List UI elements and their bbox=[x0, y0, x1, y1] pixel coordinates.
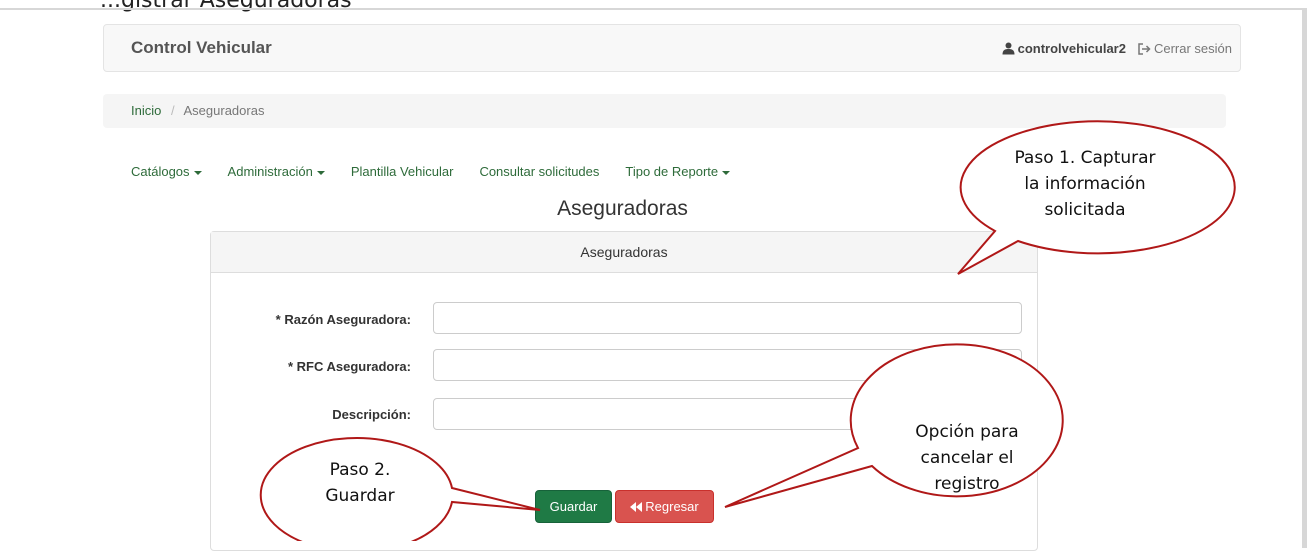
breadcrumb-separator: / bbox=[170, 103, 175, 118]
double-chevron-left-icon bbox=[630, 501, 643, 512]
rfc-aseguradora-input[interactable] bbox=[433, 349, 1022, 381]
menu-consultar-solicitudes[interactable]: Consultar solicitudes bbox=[479, 164, 599, 179]
menu-tipo-reporte[interactable]: Tipo de Reporte bbox=[625, 164, 731, 179]
step1-line-3: solicitada bbox=[1044, 200, 1126, 220]
back-button-label: Regresar bbox=[645, 499, 699, 514]
razon-aseguradora-label: * Razón Aseguradora: bbox=[275, 312, 411, 327]
descripcion-label: Descripción: bbox=[332, 407, 411, 422]
breadcrumb-current: Aseguradoras bbox=[183, 103, 265, 118]
breadcrumb: Inicio / Aseguradoras bbox=[103, 94, 1226, 128]
menu-catalogos-label: Catálogos bbox=[131, 164, 190, 179]
caret-down-icon bbox=[722, 170, 731, 175]
cancel-callout-text: Opción para cancelar el registro bbox=[877, 419, 1057, 497]
step1-line-1: Paso 1. Capturar bbox=[1014, 148, 1156, 168]
brand-title[interactable]: Control Vehicular bbox=[131, 38, 272, 58]
back-button[interactable]: Regresar bbox=[615, 490, 714, 523]
menu-catalogos[interactable]: Catálogos bbox=[131, 164, 202, 179]
rfc-aseguradora-label: * RFC Aseguradora: bbox=[287, 359, 411, 374]
user-icon bbox=[1002, 42, 1015, 55]
caret-down-icon bbox=[316, 170, 325, 175]
logout-icon bbox=[1138, 42, 1151, 55]
menu-administracion[interactable]: Administración bbox=[228, 164, 325, 179]
step2-callout-text: Paso 2. Guardar bbox=[300, 457, 420, 509]
logout-label: Cerrar sesión bbox=[1153, 41, 1232, 56]
cancel-line-2: cancelar el bbox=[920, 448, 1014, 468]
username-link[interactable]: controlvehicular2 bbox=[1018, 41, 1126, 56]
breadcrumb-home[interactable]: Inicio bbox=[131, 103, 161, 118]
step1-callout-text: Paso 1. Capturar la información solicita… bbox=[980, 145, 1190, 223]
menu-tipo-reporte-label: Tipo de Reporte bbox=[625, 164, 719, 179]
top-navbar: Control Vehicular controlvehicular2 Cerr… bbox=[103, 24, 1241, 72]
caret-down-icon bbox=[193, 170, 202, 175]
step2-line-2: Guardar bbox=[325, 486, 395, 506]
cancel-line-1: Opción para bbox=[915, 422, 1019, 442]
logout-link[interactable]: Cerrar sesión bbox=[1138, 41, 1232, 56]
user-area: controlvehicular2 Cerrar sesión bbox=[1002, 41, 1232, 56]
cancel-line-3: registro bbox=[934, 474, 1000, 494]
menu-plantilla-vehicular[interactable]: Plantilla Vehicular bbox=[351, 164, 454, 179]
panel-heading: Aseguradoras bbox=[211, 232, 1037, 273]
step1-line-2: la información bbox=[1024, 174, 1146, 194]
save-button[interactable]: Guardar bbox=[535, 490, 612, 523]
menu-administracion-label: Administración bbox=[227, 164, 313, 179]
step2-line-1: Paso 2. bbox=[329, 460, 391, 480]
razon-aseguradora-input[interactable] bbox=[433, 302, 1022, 334]
main-menu: Catálogos Administración Plantilla Vehic… bbox=[131, 164, 756, 179]
